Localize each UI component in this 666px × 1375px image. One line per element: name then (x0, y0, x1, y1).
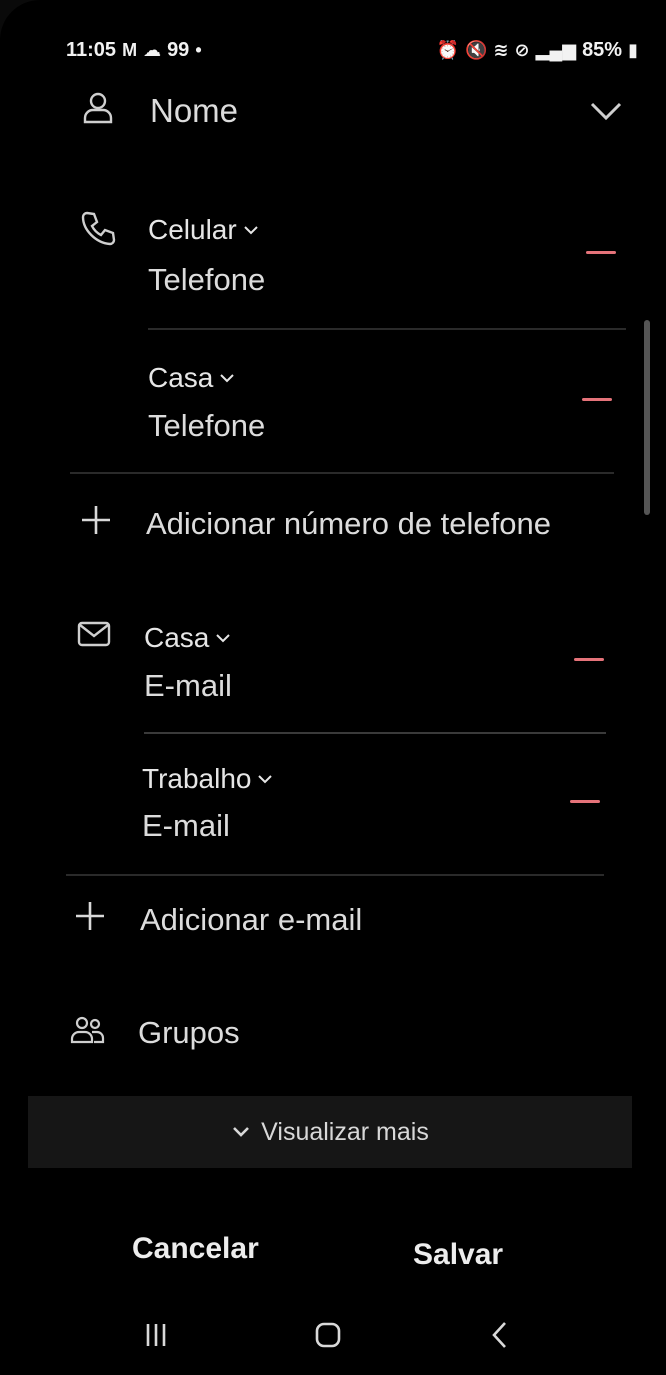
phone-icon (78, 208, 118, 248)
phone-field-2[interactable]: Telefone (148, 408, 265, 444)
remove-phone-2-button[interactable] (582, 398, 612, 401)
gmail-icon: M (122, 39, 138, 60)
mute-icon: 🔇 (465, 39, 488, 60)
phone-type-label: Celular (148, 214, 237, 245)
scrollbar[interactable] (644, 320, 650, 515)
remove-email-2-button[interactable] (570, 800, 600, 803)
dot-icon: • (195, 39, 202, 60)
person-icon (78, 88, 118, 128)
divider (70, 472, 614, 474)
chevron-down-icon[interactable] (586, 92, 626, 132)
groups-field[interactable]: Grupos (138, 1015, 240, 1051)
battery-icon: ▮ (628, 39, 638, 60)
email-underline (144, 732, 606, 734)
view-more-button[interactable]: Visualizar mais (28, 1096, 632, 1168)
notification-count: 99 (167, 38, 190, 61)
phone-type-selector-celular[interactable]: Celular (148, 214, 259, 246)
chevron-down-icon (258, 775, 273, 784)
view-more-label: Visualizar mais (261, 1117, 429, 1146)
recents-button[interactable] (132, 1310, 180, 1360)
email-type-label: Casa (144, 622, 210, 653)
cloud-icon: ☁ (143, 39, 162, 60)
add-email-button[interactable]: Adicionar e-mail (140, 902, 362, 938)
email-field-1[interactable]: E-mail (144, 668, 232, 704)
alarm-icon: ⏰ (436, 39, 459, 60)
contact-editor-screen: 11:05 M ☁ 99 • ⏰ 🔇 ≋ ⊘ ▂▄▆ 85% ▮ Nome Ce… (0, 0, 666, 1375)
divider (66, 874, 604, 876)
email-type-selector-casa[interactable]: Casa (144, 622, 231, 654)
remove-phone-1-button[interactable] (586, 251, 616, 254)
email-type-selector-trabalho[interactable]: Trabalho (142, 763, 273, 795)
dnd-icon: ⊘ (514, 39, 530, 60)
mail-icon (74, 614, 114, 654)
add-phone-button[interactable]: Adicionar número de telefone (146, 506, 551, 542)
chevron-down-icon (243, 226, 258, 235)
phone-type-label: Casa (148, 362, 214, 393)
status-bar: 11:05 M ☁ 99 • ⏰ 🔇 ≋ ⊘ ▂▄▆ 85% ▮ (66, 34, 638, 66)
recents-icon (146, 1324, 166, 1346)
signal-icon: ▂▄▆ (535, 39, 577, 60)
chevron-down-icon (216, 634, 231, 643)
name-field[interactable]: Nome (150, 92, 238, 130)
battery-level: 85% (582, 38, 623, 61)
remove-email-1-button[interactable] (574, 658, 604, 661)
back-button[interactable] (476, 1310, 524, 1360)
email-field-2[interactable]: E-mail (142, 808, 230, 844)
chevron-down-icon (233, 1127, 250, 1137)
wifi-icon: ≋ (493, 39, 509, 60)
phone-type-selector-casa[interactable]: Casa (148, 362, 235, 394)
clock: 11:05 (66, 38, 117, 61)
chevron-down-icon (220, 374, 235, 383)
group-icon (68, 1010, 108, 1050)
plus-icon (76, 500, 116, 540)
save-button[interactable]: Salvar (413, 1238, 503, 1272)
divider (148, 328, 626, 330)
home-icon (315, 1322, 341, 1348)
back-icon (492, 1322, 506, 1348)
phone-field-1[interactable]: Telefone (148, 262, 265, 298)
cancel-button[interactable]: Cancelar (132, 1232, 259, 1266)
email-type-label: Trabalho (142, 763, 252, 794)
home-button[interactable] (304, 1310, 352, 1360)
plus-icon (70, 896, 110, 936)
